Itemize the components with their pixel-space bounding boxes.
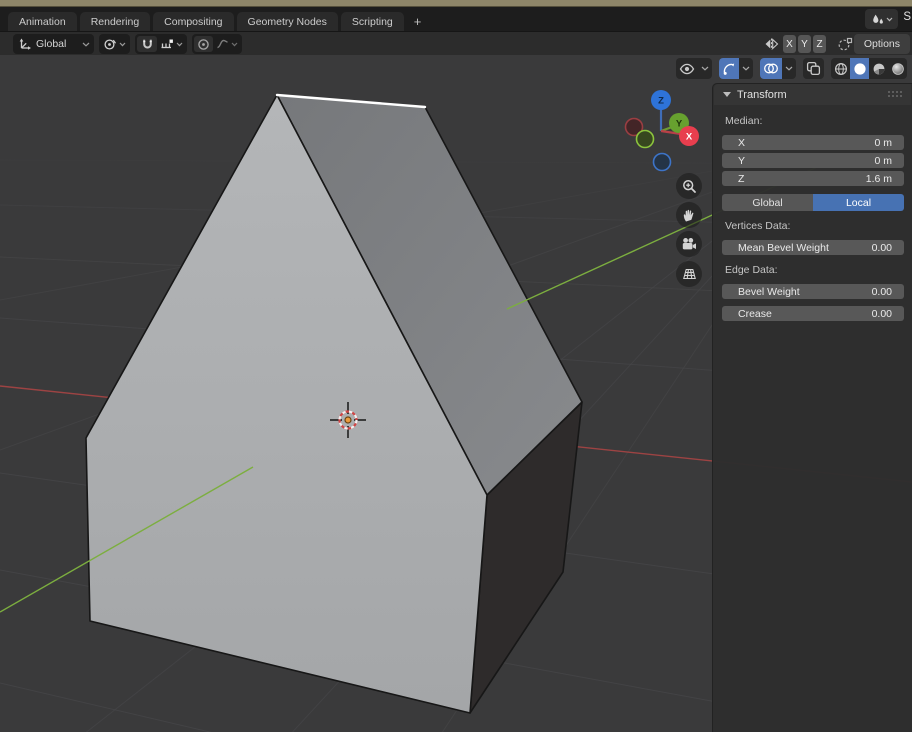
snap-controls <box>135 34 187 54</box>
gizmo-y-label: Y <box>676 119 683 130</box>
gizmo-z-label: Z <box>658 96 664 107</box>
scene-selector[interactable] <box>865 9 898 29</box>
gizmo-x-label: X <box>686 132 693 143</box>
orientation-axes-icon <box>18 37 32 51</box>
chevron-down-icon <box>782 58 796 79</box>
pivot-point-icon <box>103 37 117 51</box>
field-value: 0.00 <box>871 285 892 298</box>
material-shading-button[interactable] <box>869 58 888 79</box>
rendered-shading-button[interactable] <box>888 58 907 79</box>
mean-bevel-weight-field[interactable]: Mean Bevel Weight 0.00 <box>722 240 904 255</box>
field-label: Y <box>738 154 746 167</box>
chevron-down-icon <box>176 42 183 47</box>
edge-data-label: Edge Data: <box>725 264 778 276</box>
navigation-gizmo[interactable]: Z Y X <box>618 88 704 174</box>
snap-target-icon[interactable] <box>160 38 174 51</box>
orientation-label: Global <box>36 38 67 50</box>
options-button[interactable]: Options <box>853 34 910 54</box>
falloff-curve-icon <box>216 38 229 50</box>
visibility-eye-icon <box>676 58 698 79</box>
field-value: 0 m <box>874 154 892 167</box>
tab-rendering[interactable]: Rendering <box>79 12 151 31</box>
shading-mode-group <box>831 58 907 79</box>
field-label: Z <box>738 172 745 185</box>
median-y-field[interactable]: Y 0 m <box>722 153 904 168</box>
chevron-down-icon <box>739 58 753 79</box>
workspace-tabs: Animation Rendering Compositing Geometry… <box>8 12 428 31</box>
field-value: 0 m <box>874 136 892 149</box>
xray-toggle[interactable] <box>803 58 824 79</box>
camera-view-button[interactable] <box>676 231 702 257</box>
scene-name-cutoff: S <box>903 11 911 23</box>
field-label: Crease <box>738 307 772 320</box>
vertices-data-label: Vertices Data: <box>725 220 791 232</box>
magnet-snap-icon <box>141 38 154 51</box>
collapse-triangle-icon <box>723 92 731 97</box>
blender-window: Animation Rendering Compositing Geometry… <box>0 0 912 732</box>
chevron-down-icon <box>119 42 126 47</box>
chevron-down-icon <box>698 58 712 79</box>
space-local-button[interactable]: Local <box>813 194 904 211</box>
field-label: X <box>738 136 746 149</box>
zoom-button[interactable] <box>676 173 702 199</box>
snap-toggle-button[interactable] <box>137 36 157 52</box>
overlays-dropdown[interactable] <box>760 58 796 79</box>
median-label: Median: <box>725 115 763 127</box>
visibility-dropdown[interactable] <box>676 58 712 79</box>
gizmos-dropdown[interactable] <box>719 58 753 79</box>
viewport-3d[interactable]: Z Y X Transform Median: X 0 m Y 0 m Z 1.… <box>0 55 912 732</box>
chevron-down-icon <box>231 42 238 47</box>
transform-orientation-dropdown[interactable]: Global <box>13 34 94 54</box>
transform-panel-header[interactable]: Transform <box>714 84 911 105</box>
tool-settings-bar: Global X Y Z Options <box>0 31 912 55</box>
field-label: Bevel Weight <box>738 285 800 298</box>
pivot-point-dropdown[interactable] <box>99 34 130 54</box>
tab-geometry-nodes[interactable]: Geometry Nodes <box>236 12 338 31</box>
scene-droplets-icon <box>871 13 884 26</box>
panel-title: Transform <box>737 88 787 101</box>
field-value: 0.00 <box>871 241 892 254</box>
proportional-edit-icon <box>197 38 210 51</box>
mirror-butterfly-icon[interactable] <box>764 37 779 51</box>
proportional-edit-controls <box>192 34 242 54</box>
crease-field[interactable]: Crease 0.00 <box>722 306 904 321</box>
field-value: 0.00 <box>871 307 892 320</box>
gizmo-neg-y-ball[interactable] <box>635 129 655 149</box>
overlays-icon <box>760 58 782 79</box>
tab-animation[interactable]: Animation <box>8 12 77 31</box>
mirror-z-button[interactable]: Z <box>813 35 826 53</box>
window-top-strip <box>0 0 912 7</box>
wireframe-shading-button[interactable] <box>831 58 850 79</box>
grid-ortho-button[interactable] <box>676 261 702 287</box>
space-global-button[interactable]: Global <box>722 194 813 211</box>
solid-shading-button[interactable] <box>850 58 869 79</box>
field-label: Mean Bevel Weight <box>738 241 829 254</box>
panel-drag-grip[interactable] <box>888 90 904 99</box>
mirror-y-button[interactable]: Y <box>798 35 811 53</box>
pan-hand-button[interactable] <box>676 202 702 228</box>
mirror-x-button[interactable]: X <box>783 35 796 53</box>
workspace-tab-bar: Animation Rendering Compositing Geometry… <box>0 7 912 31</box>
add-workspace-button[interactable]: + <box>407 12 429 31</box>
chevron-down-icon <box>886 17 893 22</box>
snap-region-icon[interactable] <box>837 37 853 52</box>
bevel-weight-field[interactable]: Bevel Weight 0.00 <box>722 284 904 299</box>
chevron-down-icon <box>82 42 90 47</box>
proportional-edit-toggle[interactable] <box>194 36 213 52</box>
xray-icon <box>803 58 824 79</box>
median-z-field[interactable]: Z 1.6 m <box>722 171 904 186</box>
viewport-header-controls <box>676 58 907 79</box>
tab-compositing[interactable]: Compositing <box>153 12 234 31</box>
gizmo-neg-z-ball[interactable] <box>652 152 672 172</box>
space-toggle: Global Local <box>722 194 904 211</box>
field-value: 1.6 m <box>865 172 892 185</box>
median-x-field[interactable]: X 0 m <box>722 135 904 150</box>
n-panel-sidebar: Transform Median: X 0 m Y 0 m Z 1.6 m Gl… <box>712 83 912 732</box>
tab-scripting[interactable]: Scripting <box>340 12 404 31</box>
gizmos-icon <box>719 58 739 79</box>
